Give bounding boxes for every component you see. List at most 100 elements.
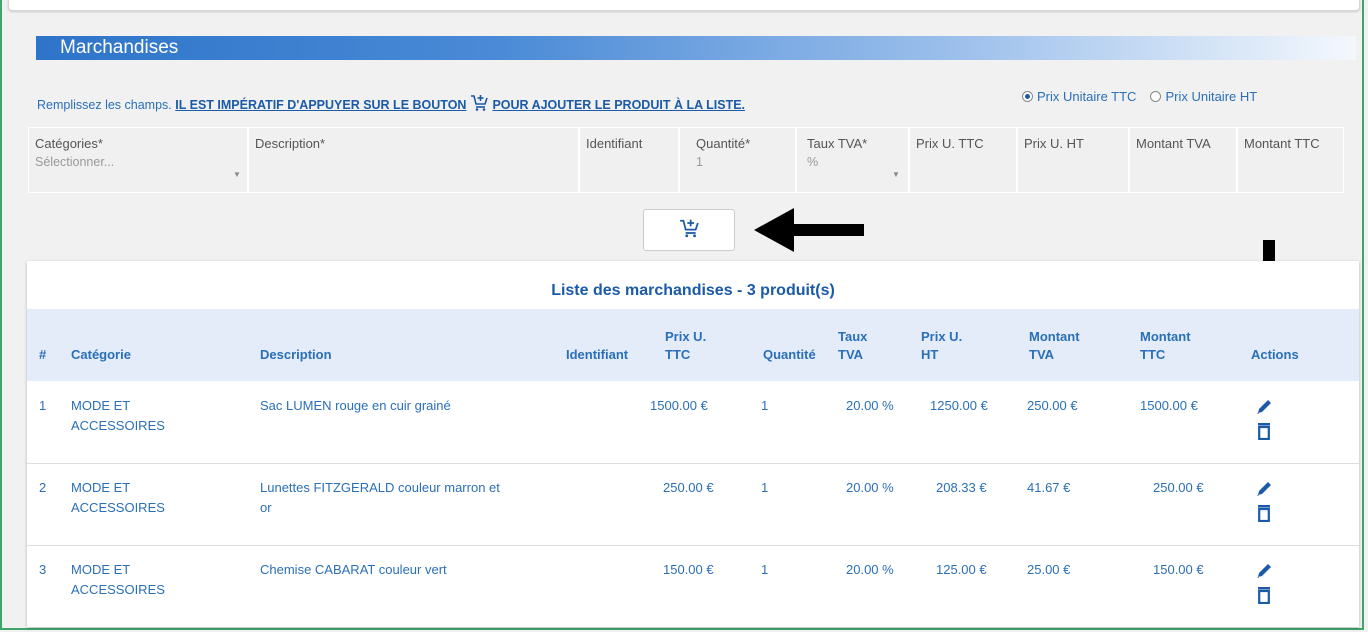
cell-num: 3	[39, 562, 47, 577]
col-header-num: #	[39, 347, 47, 362]
col-header-taux-tva: Taux TVA	[838, 328, 867, 364]
cell-line: Lunettes FITZGERALD couleur marron et	[260, 480, 500, 495]
cell-prix-ht: 208.33 €	[936, 480, 987, 495]
table-header: # Catégorie Description Identifiant Prix…	[27, 309, 1359, 381]
cell-montant-ttc: 1500.00 €	[1140, 398, 1198, 413]
quantite-field[interactable]: Quantité* 1	[679, 127, 796, 193]
cell-taux-tva: 20.00 %	[846, 562, 894, 577]
section-header: Marchandises	[36, 36, 1356, 60]
col-header-actions: Actions	[1251, 347, 1299, 362]
cell-montant-tva: 41.67 €	[1027, 480, 1071, 495]
col-header-montant-ttc: Montant TTC	[1140, 328, 1191, 364]
trash-icon[interactable]	[1257, 422, 1271, 445]
cell-description: Chemise CABARAT couleur vert	[260, 560, 447, 580]
cell-line: Chemise CABARAT couleur vert	[260, 562, 447, 577]
montant-tva-field[interactable]: Montant TVA	[1129, 127, 1237, 193]
prix-ht-field[interactable]: Prix U. HT	[1017, 127, 1129, 193]
cell-prix-ht: 125.00 €	[936, 562, 987, 577]
field-label: Prix U. HT	[1024, 136, 1084, 151]
radio-label: Prix Unitaire HT	[1165, 89, 1258, 104]
cell-description: Lunettes FITZGERALD couleur marron et or	[260, 478, 500, 518]
caret-down-icon: ▼	[233, 170, 241, 179]
header-line: Prix U.	[921, 329, 963, 344]
col-header-categorie: Catégorie	[71, 347, 131, 362]
table-row: 3 MODE ET ACCESSOIRES Chemise CABARAT cou…	[27, 545, 1359, 627]
trash-icon[interactable]	[1257, 586, 1271, 609]
black-arrow-left-icon	[754, 206, 866, 259]
cell-num: 1	[39, 398, 47, 413]
cell-num: 2	[39, 480, 47, 495]
table-row: 2 MODE ET ACCESSOIRES Lunettes FITZGERALD…	[27, 463, 1359, 546]
header-line: TTC	[665, 347, 691, 362]
field-value: 1	[696, 155, 703, 169]
cell-prix-ttc: 250.00 €	[663, 480, 714, 495]
header-line: Prix U.	[665, 329, 707, 344]
price-mode-radios: Prix Unitaire TTC Prix Unitaire HT	[1022, 89, 1257, 104]
field-label: Description*	[255, 136, 326, 151]
col-header-prix-ht: Prix U. HT	[921, 328, 962, 364]
cell-taux-tva: 20.00 %	[846, 398, 894, 413]
field-label: Montant TTC	[1244, 136, 1320, 151]
radio-circle[interactable]	[1150, 91, 1162, 102]
section-title: Marchandises	[60, 37, 179, 58]
cell-quantite: 1	[761, 562, 769, 577]
cell-quantite: 1	[761, 480, 769, 495]
col-header-identifiant: Identifiant	[566, 347, 629, 362]
cell-montant-ttc: 150.00 €	[1153, 562, 1204, 577]
cell-line: MODE ET	[71, 562, 131, 577]
radio-circle-selected[interactable]	[1022, 91, 1033, 102]
col-header-description: Description	[260, 347, 332, 362]
cell-montant-tva: 25.00 €	[1027, 562, 1071, 577]
field-label: Montant TVA	[1136, 136, 1211, 151]
col-header-quantite: Quantité	[763, 347, 816, 362]
pencil-icon[interactable]	[1255, 562, 1273, 585]
cell-categorie: MODE ET ACCESSOIRES	[71, 396, 165, 436]
list-title: Liste des marchandises - 3 produit(s)	[551, 282, 835, 299]
pencil-icon[interactable]	[1255, 480, 1273, 503]
field-label: Quantité*	[696, 136, 751, 151]
cell-line: ACCESSOIRES	[71, 500, 165, 515]
cell-line: Sac LUMEN rouge en cuir grainé	[260, 398, 451, 413]
caret-down-icon: ▼	[892, 170, 900, 179]
instructions-emphasis-b: POUR AJOUTER LE PRODUIT À LA LISTE.	[492, 98, 746, 112]
col-header-montant-tva: Montant TVA	[1029, 328, 1080, 364]
cell-prix-ht: 1250.00 €	[930, 398, 988, 413]
taux-tva-select[interactable]: Taux TVA* % ▼	[796, 127, 909, 193]
cart-plus-icon	[679, 218, 699, 243]
cart-plus-icon	[470, 94, 489, 114]
header-line: Taux	[838, 329, 868, 344]
header-line: TVA	[838, 347, 864, 362]
field-value: %	[807, 155, 819, 169]
montant-ttc-field[interactable]: Montant TTC	[1237, 127, 1344, 193]
radio-prix-ht[interactable]: Prix Unitaire HT	[1150, 89, 1257, 104]
product-form-row: Catégories* Sélectionner... ▼ Descriptio…	[28, 127, 1368, 193]
instructions-prefix: Remplissez les champs.	[37, 98, 176, 112]
table-row: 1 MODE ET ACCESSOIRES Sac LUMEN rouge en …	[27, 381, 1359, 464]
add-to-list-button[interactable]	[643, 209, 735, 251]
field-label: Catégories*	[35, 136, 103, 151]
field-label: Identifiant	[586, 136, 643, 151]
cell-line: MODE ET	[71, 480, 131, 495]
cell-categorie: MODE ET ACCESSOIRES	[71, 478, 165, 518]
cell-montant-ttc: 250.00 €	[1153, 480, 1204, 495]
cell-description: Sac LUMEN rouge en cuir grainé	[260, 396, 451, 416]
pencil-icon[interactable]	[1255, 398, 1273, 421]
top-panel	[8, 0, 1360, 11]
radio-label: Prix Unitaire TTC	[1037, 89, 1137, 104]
instructions: Remplissez les champs. IL EST IMPÉRATIF …	[37, 94, 745, 114]
cell-taux-tva: 20.00 %	[846, 480, 894, 495]
cell-line: MODE ET	[71, 398, 131, 413]
cell-prix-ttc: 150.00 €	[663, 562, 714, 577]
identifiant-field[interactable]: Identifiant	[579, 127, 679, 193]
cell-line: ACCESSOIRES	[71, 582, 165, 597]
description-field[interactable]: Description*	[248, 127, 579, 193]
radio-prix-ttc[interactable]: Prix Unitaire TTC	[1022, 89, 1136, 104]
header-line: TTC	[1140, 347, 1166, 362]
cell-quantite: 1	[761, 398, 769, 413]
header-line: Montant	[1029, 329, 1080, 344]
trash-icon[interactable]	[1257, 504, 1271, 527]
prix-ttc-field[interactable]: Prix U. TTC	[909, 127, 1017, 193]
categories-select[interactable]: Catégories* Sélectionner... ▼	[28, 127, 248, 193]
col-header-prix-ttc: Prix U. TTC	[665, 328, 706, 364]
cell-line: ACCESSOIRES	[71, 418, 165, 433]
